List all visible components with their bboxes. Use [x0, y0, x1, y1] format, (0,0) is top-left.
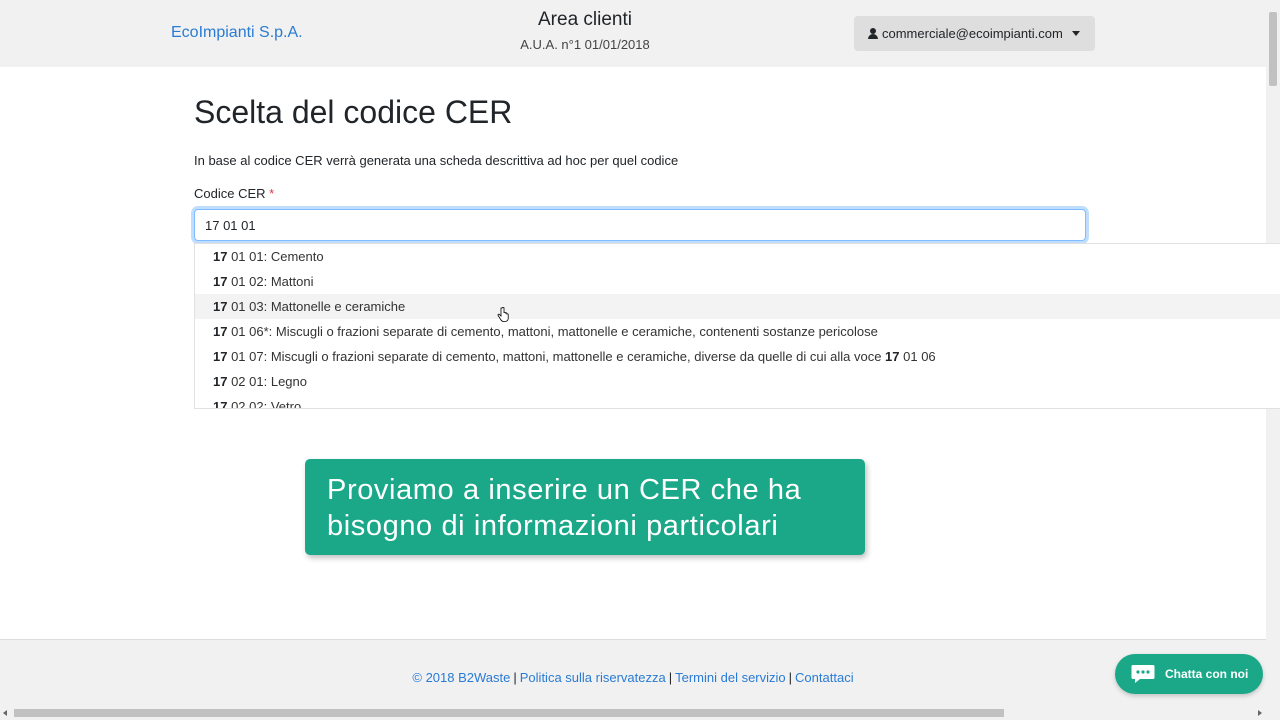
cer-suggestions-dropdown: 17 01 01: Cemento 17 01 02: Mattoni 17 0…: [194, 243, 1280, 409]
chat-bubble-icon: [1131, 665, 1155, 683]
horizontal-scroll-thumb[interactable]: [14, 709, 1004, 717]
suggestion-match: 17: [213, 349, 228, 364]
cer-code-input[interactable]: [194, 209, 1086, 241]
suggestion-text: 01 03: Mattonelle e ceramiche: [227, 299, 406, 314]
copyright-link[interactable]: © 2018 B2Waste: [412, 670, 510, 685]
suggestion-match: 17: [213, 274, 228, 289]
suggestion-text: 01 01: Cemento: [227, 249, 324, 264]
suggestion-item[interactable]: 17 01 06*: Miscugli o frazioni separate …: [195, 319, 1280, 344]
vertical-scroll-thumb[interactable]: [1269, 12, 1277, 86]
intro-text: In base al codice CER verrà generata una…: [194, 153, 679, 168]
cer-label-text: Codice CER: [194, 186, 266, 201]
callout-line-1: Proviamo a inserire un CER che ha: [327, 474, 802, 506]
suggestion-text: 01 06: [899, 349, 936, 364]
suggestion-match: 17: [885, 349, 900, 364]
suggestion-text: 02 01: Legno: [227, 374, 307, 389]
scroll-right-icon[interactable]: [1258, 710, 1262, 716]
footer-separator: |: [513, 670, 517, 685]
contacts-link[interactable]: Contattaci: [795, 670, 854, 685]
chat-label: Chatta con noi: [1165, 667, 1249, 681]
top-navbar: EcoImpianti S.p.A. Area clienti A.U.A. n…: [0, 0, 1266, 67]
suggestion-match: 17: [213, 324, 228, 339]
hand-cursor-icon: [497, 307, 509, 322]
suggestion-text: 01 06*: Miscugli o frazioni separate di …: [227, 324, 878, 339]
user-email: commerciale@ecoimpianti.com: [882, 26, 1063, 41]
footer-separator: |: [668, 670, 673, 685]
user-menu-button[interactable]: commerciale@ecoimpianti.com: [854, 16, 1095, 51]
brand-link[interactable]: EcoImpianti S.p.A.: [171, 24, 303, 42]
suggestion-item[interactable]: 17 02 01: Legno: [195, 369, 1280, 394]
suggestion-item[interactable]: 17 02 02: Vetro: [195, 394, 1280, 409]
suggestion-item[interactable]: 17 01 01: Cemento: [195, 244, 1280, 269]
footer-separator: |: [788, 670, 793, 685]
page-title: Scelta del codice CER: [194, 94, 513, 130]
chat-button[interactable]: Chatta con noi: [1115, 654, 1263, 694]
horizontal-scrollbar[interactable]: [0, 706, 1280, 720]
footer-links: © 2018 B2Waste | Politica sulla riservatez…: [0, 670, 1266, 685]
suggestion-text: 01 07: Miscugli o frazioni separate di c…: [227, 349, 886, 364]
suggestion-text: 02 02: Vetro: [227, 399, 302, 409]
area-subtitle: A.U.A. n°1 01/01/2018: [520, 37, 650, 52]
user-icon: [868, 28, 878, 39]
callout-line-2: bisogno di informazioni particolari: [327, 510, 779, 542]
suggestion-text: 01 02: Mattoni: [227, 274, 314, 289]
tutorial-callout: Proviamo a inserire un CER che ha bisogn…: [305, 459, 865, 555]
required-mark: *: [269, 186, 275, 201]
scroll-left-icon[interactable]: [3, 710, 7, 716]
suggestion-match: 17: [213, 399, 228, 409]
chevron-down-icon: [1071, 31, 1080, 36]
suggestion-match: 17: [213, 374, 228, 389]
footer: © 2018 B2Waste | Politica sulla riservatez…: [0, 639, 1266, 706]
privacy-link[interactable]: Politica sulla riservatezza: [520, 670, 666, 685]
cer-field-label: Codice CER *: [194, 186, 274, 201]
header-center: Area clienti A.U.A. n°1 01/01/2018: [480, 8, 690, 52]
area-title: Area clienti: [538, 9, 632, 30]
suggestion-item-active[interactable]: 17 01 03: Mattonelle e ceramiche: [195, 294, 1280, 319]
suggestion-item[interactable]: 17 01 02: Mattoni: [195, 269, 1280, 294]
suggestion-match: 17: [213, 299, 228, 314]
terms-link[interactable]: Termini del servizio: [675, 670, 786, 685]
suggestion-item[interactable]: 17 01 07: Miscugli o frazioni separate d…: [195, 344, 1280, 369]
suggestion-match: 17: [213, 249, 228, 264]
